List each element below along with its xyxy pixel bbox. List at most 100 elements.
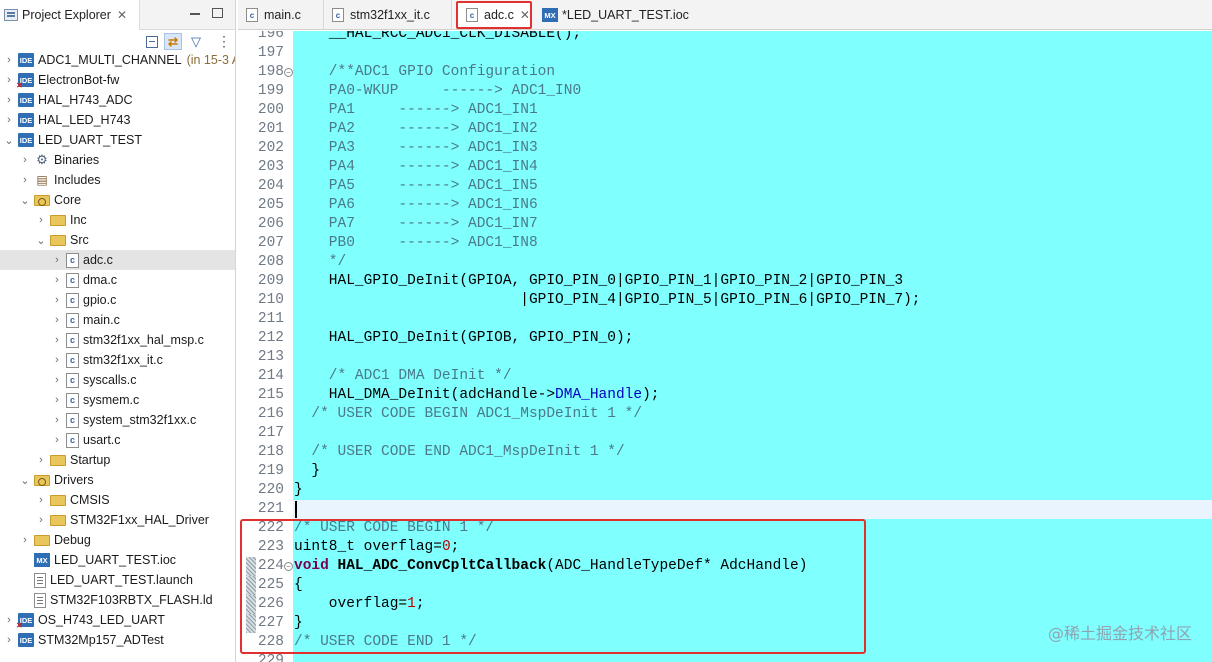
tree-item[interactable]: › IDE HAL_LED_H743 <box>0 110 235 130</box>
expand-arrow-icon[interactable]: › <box>36 214 46 226</box>
tree-item[interactable]: › c adc.c <box>0 250 235 270</box>
tree-item[interactable]: ⌄ Core <box>0 190 235 210</box>
tree-item[interactable]: › Startup <box>0 450 235 470</box>
link-with-editor-icon[interactable]: ⇄ <box>164 33 182 50</box>
line-number: 219 <box>257 463 284 479</box>
tree-item[interactable]: STM32F103RBTX_FLASH.ld <box>0 590 235 610</box>
expand-arrow-icon[interactable]: › <box>20 174 30 186</box>
expand-arrow-icon[interactable]: › <box>52 314 62 326</box>
code-line[interactable]: PA7 ------> ADC1_IN7 <box>294 215 538 234</box>
tree-item[interactable]: MX LED_UART_TEST.ioc <box>0 550 235 570</box>
tree-item[interactable]: › c stm32f1xx_hal_msp.c <box>0 330 235 350</box>
ide-project-icon: IDE <box>18 93 34 107</box>
tree-item[interactable]: › c syscalls.c <box>0 370 235 390</box>
code-line[interactable]: */ <box>294 253 346 272</box>
code-editor[interactable]: 196 __HAL_RCC_ADC1_CLK_DISABLE(); 197 198–… <box>238 31 1212 662</box>
expand-arrow-icon[interactable]: › <box>4 634 14 646</box>
tree-item[interactable]: › c sysmem.c <box>0 390 235 410</box>
tree-item[interactable]: › c usart.c <box>0 430 235 450</box>
project-explorer-title: Project Explorer <box>22 8 111 22</box>
tab-led-uart-test-ioc[interactable]: MX *LED_UART_TEST.ioc <box>534 0 724 30</box>
close-icon[interactable]: ✕ <box>520 8 530 22</box>
code-line[interactable]: } <box>294 462 320 481</box>
code-line[interactable]: PA2 ------> ADC1_IN2 <box>294 120 538 139</box>
view-menu-icon[interactable]: ⋮ <box>215 33 233 50</box>
collapse-arrow-icon[interactable]: ⌄ <box>4 134 14 147</box>
tree-item[interactable]: › ▤ Includes <box>0 170 235 190</box>
collapse-arrow-icon[interactable]: ⌄ <box>20 194 30 207</box>
tree-item[interactable]: › c main.c <box>0 310 235 330</box>
close-icon[interactable]: ✕ <box>117 8 127 22</box>
expand-arrow-icon[interactable]: › <box>4 614 14 626</box>
expand-arrow-icon[interactable]: › <box>36 454 46 466</box>
tree-item[interactable]: ›IDE OS_H743_LED_UART <box>0 610 235 630</box>
collapse-all-icon[interactable] <box>143 33 161 50</box>
expand-arrow-icon[interactable]: › <box>52 274 62 286</box>
expand-arrow-icon[interactable]: › <box>52 414 62 426</box>
expand-arrow-icon[interactable]: › <box>20 154 30 166</box>
code-line[interactable]: |GPIO_PIN_4|GPIO_PIN_5|GPIO_PIN_6|GPIO_P… <box>294 291 920 310</box>
code-line[interactable]: __HAL_RCC_ADC1_CLK_DISABLE(); <box>294 31 581 44</box>
expand-arrow-icon[interactable]: › <box>4 114 14 126</box>
tree-item[interactable]: ⌄ Src <box>0 230 235 250</box>
tab-main-c[interactable]: c main.c <box>238 0 324 30</box>
expand-arrow-icon[interactable]: › <box>36 514 46 526</box>
minimize-icon[interactable] <box>188 6 202 20</box>
expand-arrow-icon[interactable]: › <box>36 494 46 506</box>
expand-arrow-icon[interactable]: › <box>52 254 62 266</box>
expand-arrow-icon[interactable]: › <box>52 374 62 386</box>
tree-item[interactable]: › Debug <box>0 530 235 550</box>
c-file-icon: c <box>66 412 79 428</box>
expand-arrow-icon[interactable]: › <box>52 354 62 366</box>
tab-adc-c[interactable]: c adc.c ✕ <box>456 1 532 29</box>
fold-toggle-icon[interactable]: – <box>284 68 293 77</box>
tree-item[interactable]: › IDE ADC1_MULTI_CHANNEL (in 15-3 ADC1_MULT… <box>0 50 235 70</box>
tree-item[interactable]: › Inc <box>0 210 235 230</box>
tree-item[interactable]: › IDE STM32Mp157_ADTest <box>0 630 235 650</box>
expand-arrow-icon[interactable]: › <box>52 434 62 446</box>
tab-stm32f1xx-it-c[interactable]: c stm32f1xx_it.c <box>324 0 452 30</box>
code-line[interactable]: HAL_DMA_DeInit(adcHandle->DMA_Handle); <box>294 386 660 405</box>
tree-item[interactable]: ›IDE ElectronBot-fw <box>0 70 235 90</box>
tree-item[interactable]: › c gpio.c <box>0 290 235 310</box>
tree-item[interactable]: › CMSIS <box>0 490 235 510</box>
maximize-icon[interactable] <box>212 8 223 18</box>
tree-item[interactable]: › ⚙ Binaries <box>0 150 235 170</box>
folder-icon <box>50 234 66 246</box>
expand-arrow-icon[interactable]: › <box>52 294 62 306</box>
code-line[interactable]: HAL_GPIO_DeInit(GPIOA, GPIO_PIN_0|GPIO_P… <box>294 272 903 291</box>
expand-arrow-icon[interactable]: › <box>52 394 62 406</box>
code-line[interactable]: PA4 ------> ADC1_IN4 <box>294 158 538 177</box>
tree-item[interactable]: › STM32F1xx_HAL_Driver <box>0 510 235 530</box>
code-line[interactable]: /* USER CODE END ADC1_MspDeInit 1 */ <box>294 443 624 462</box>
filter-icon[interactable]: ▽ <box>187 33 205 50</box>
expand-arrow-icon[interactable]: › <box>52 334 62 346</box>
tree-item[interactable]: › c dma.c <box>0 270 235 290</box>
line-number: 206 <box>257 216 284 232</box>
tree-item[interactable]: LED_UART_TEST.launch <box>0 570 235 590</box>
code-line[interactable]: HAL_GPIO_DeInit(GPIOB, GPIO_PIN_0); <box>294 329 634 348</box>
expand-arrow-icon[interactable]: › <box>4 54 14 66</box>
expand-arrow-icon[interactable]: › <box>4 74 14 86</box>
code-line[interactable]: } <box>294 481 303 500</box>
tree-item[interactable]: › c system_stm32f1xx.c <box>0 410 235 430</box>
code-line[interactable]: PA1 ------> ADC1_IN1 <box>294 101 538 120</box>
code-line[interactable]: PA5 ------> ADC1_IN5 <box>294 177 538 196</box>
code-line[interactable]: /**ADC1 GPIO Configuration <box>294 63 555 82</box>
tree-item[interactable]: ⌄ Drivers <box>0 470 235 490</box>
tree-item[interactable]: ⌄ IDE LED_UART_TEST <box>0 130 235 150</box>
tree-item[interactable]: › IDE HAL_H743_ADC <box>0 90 235 110</box>
expand-arrow-icon[interactable]: › <box>20 534 30 546</box>
tree-item[interactable]: › c stm32f1xx_it.c <box>0 350 235 370</box>
collapse-arrow-icon[interactable]: ⌄ <box>36 234 46 247</box>
code-line[interactable]: /* ADC1 DMA DeInit */ <box>294 367 512 386</box>
collapse-arrow-icon[interactable]: ⌄ <box>20 474 30 487</box>
code-line[interactable]: PA0-WKUP ------> ADC1_IN0 <box>294 82 581 101</box>
code-line[interactable]: PA3 ------> ADC1_IN3 <box>294 139 538 158</box>
code-line[interactable]: PB0 ------> ADC1_IN8 <box>294 234 538 253</box>
expand-arrow-icon[interactable]: › <box>4 94 14 106</box>
project-explorer-tab[interactable]: Project Explorer ✕ <box>0 0 140 30</box>
code-line[interactable]: /* USER CODE BEGIN ADC1_MspDeInit 1 */ <box>294 405 642 424</box>
line-number: 218 <box>257 444 284 460</box>
code-line[interactable]: PA6 ------> ADC1_IN6 <box>294 196 538 215</box>
